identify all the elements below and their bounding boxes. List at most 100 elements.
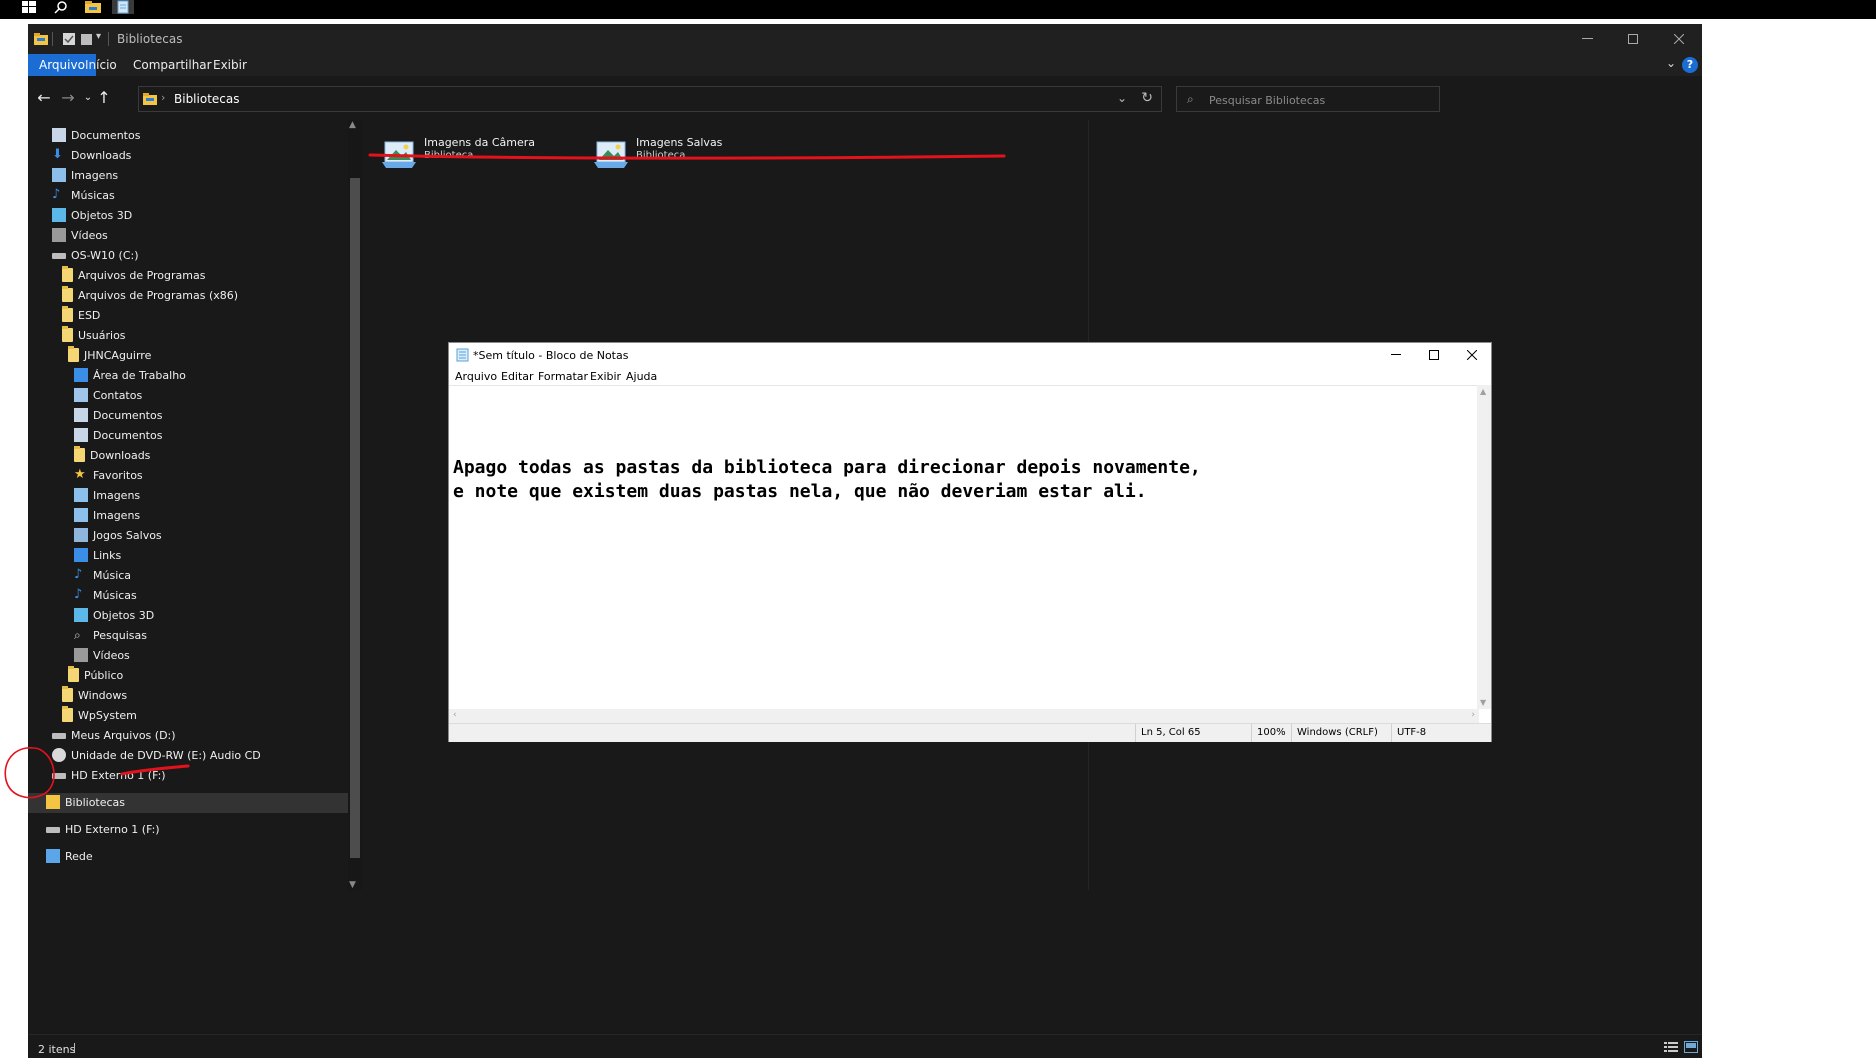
large-icons-view-icon[interactable]	[1684, 1041, 1698, 1053]
search-input[interactable]	[1207, 90, 1431, 110]
notepad-text-area[interactable]: Apago todas as pastas da biblioteca para…	[449, 385, 1479, 710]
file-explorer-taskbar-icon[interactable]	[82, 0, 104, 14]
nav-item[interactable]: Imagens	[28, 486, 348, 506]
notepad-title-bar[interactable]: *Sem título - Bloco de Notas	[449, 343, 1491, 367]
notepad-minimize-button[interactable]	[1377, 343, 1415, 367]
nav-item[interactable]: Arquivos de Programas (x86)	[28, 286, 348, 306]
notepad-title: *Sem título - Bloco de Notas	[473, 349, 629, 362]
nav-item[interactable]: ♪ Músicas	[28, 186, 348, 206]
expand-ribbon-chevron-icon[interactable]: ⌄	[1666, 56, 1676, 70]
pictures-icon	[52, 168, 66, 182]
nav-item[interactable]: Vídeos	[28, 646, 348, 666]
nav-item[interactable]: Vídeos	[28, 226, 348, 246]
notepad-taskbar-icon[interactable]	[112, 0, 134, 14]
nav-item[interactable]: Rede	[28, 847, 348, 867]
nav-item[interactable]: ⌕ Pesquisas	[28, 626, 348, 646]
nav-item-label: Imagens	[71, 169, 119, 182]
nav-item[interactable]: Downloads	[28, 446, 348, 466]
back-button[interactable]: ←	[34, 88, 54, 108]
nav-item[interactable]: Contatos	[28, 386, 348, 406]
scroll-left-icon[interactable]: ‹	[453, 710, 457, 720]
nav-scrollbar[interactable]: ▲ ▼	[348, 120, 362, 890]
desktop-icon	[74, 368, 88, 382]
notepad-close-button[interactable]	[1453, 343, 1491, 367]
nav-item-label: Músicas	[93, 589, 137, 602]
drive-icon	[46, 827, 60, 833]
scroll-right-icon[interactable]: ›	[1471, 710, 1475, 720]
scroll-up-icon[interactable]: ▲	[349, 120, 356, 130]
nav-item[interactable]: Usuários	[28, 326, 348, 346]
search-icon: ⌕	[74, 628, 81, 642]
folder-icon	[74, 446, 85, 462]
explorer-title-bar[interactable]: ▾ Bibliotecas	[28, 24, 1702, 54]
nav-item[interactable]: Documentos	[28, 426, 348, 446]
nav-item-label: Área de Trabalho	[93, 369, 186, 382]
ribbon-tabs: Arquivo Início Compartilhar Exibir ⌄ ?	[28, 54, 1702, 76]
notepad-vertical-scrollbar[interactable]: ▲ ▼	[1477, 385, 1491, 709]
notepad-text[interactable]: Apago todas as pastas da biblioteca para…	[453, 456, 1201, 504]
nav-item[interactable]: Imagens	[28, 506, 348, 526]
nav-item-label: Imagens	[93, 509, 141, 522]
refresh-icon[interactable]: ↻	[1141, 90, 1153, 106]
notepad-horizontal-scrollbar[interactable]: ‹ ›	[449, 709, 1479, 723]
nav-item-label: Downloads	[71, 149, 132, 162]
nav-item[interactable]: Objetos 3D	[28, 606, 348, 626]
menu-exibir[interactable]: Exibir	[590, 370, 621, 383]
close-button[interactable]	[1656, 24, 1702, 54]
nav-item[interactable]: JHNCAguirre	[28, 346, 348, 366]
folder-icon	[62, 306, 73, 322]
nav-item[interactable]: ★ Favoritos	[28, 466, 348, 486]
scroll-down-icon[interactable]: ▼	[1480, 698, 1486, 707]
nav-item[interactable]: Arquivos de Programas	[28, 266, 348, 286]
nav-item[interactable]: Objetos 3D	[28, 206, 348, 226]
nav-item[interactable]: Área de Trabalho	[28, 366, 348, 386]
nav-item[interactable]: ESD	[28, 306, 348, 326]
tab-exibir[interactable]: Exibir	[202, 54, 258, 76]
scroll-thumb[interactable]	[350, 178, 360, 858]
nav-item[interactable]: HD Externo 1 (F:)	[28, 820, 348, 840]
music-icon: ♪	[52, 187, 61, 202]
menu-ajuda[interactable]: Ajuda	[626, 370, 657, 383]
notepad-maximize-button[interactable]	[1415, 343, 1453, 367]
folder-icon	[62, 706, 73, 722]
nav-item[interactable]: ♪ Músicas	[28, 586, 348, 606]
tab-inicio[interactable]: Início	[74, 54, 128, 76]
nav-item[interactable]: Links	[28, 546, 348, 566]
maximize-button[interactable]	[1610, 24, 1656, 54]
search-box[interactable]: ⌕	[1176, 86, 1440, 112]
nav-item[interactable]: Windows	[28, 686, 348, 706]
nav-item[interactable]: WpSystem	[28, 706, 348, 726]
scroll-up-icon[interactable]: ▲	[1480, 387, 1486, 396]
nav-item[interactable]: Documentos	[28, 126, 348, 146]
nav-item[interactable]: OS-W10 (C:)	[28, 246, 348, 266]
red-underline-annotation	[368, 153, 1006, 160]
menu-editar[interactable]: Editar	[501, 370, 534, 383]
address-bar[interactable]: › Bibliotecas ⌄ ↻	[138, 86, 1162, 112]
nav-item[interactable]: Imagens	[28, 166, 348, 186]
breadcrumb-bibliotecas[interactable]: Bibliotecas	[174, 92, 239, 106]
nav-item[interactable]: ⬇ Downloads	[28, 146, 348, 166]
nav-item[interactable]: Documentos	[28, 406, 348, 426]
folder-icon	[68, 666, 79, 682]
windows-start-icon[interactable]	[18, 0, 40, 14]
details-view-icon[interactable]	[1664, 1041, 1678, 1053]
nav-item[interactable]: Público	[28, 666, 348, 686]
minimize-button[interactable]	[1564, 24, 1610, 54]
new-folder-icon[interactable]	[80, 32, 94, 46]
nav-item[interactable]: ♪ Música	[28, 566, 348, 586]
menu-formatar[interactable]: Formatar	[538, 370, 588, 383]
explorer-app-icon	[34, 32, 48, 46]
libraries-small-icon	[143, 92, 157, 109]
search-icon[interactable]	[50, 0, 72, 14]
folder-icon	[68, 346, 79, 362]
help-icon[interactable]: ?	[1682, 57, 1698, 73]
scroll-down-icon[interactable]: ▼	[349, 880, 356, 890]
up-button[interactable]: ↑	[94, 88, 114, 108]
nav-item[interactable]: Jogos Salvos	[28, 526, 348, 546]
properties-icon[interactable]	[62, 32, 76, 46]
nav-item-label: Contatos	[93, 389, 143, 402]
menu-arquivo[interactable]: Arquivo	[455, 370, 497, 383]
search-icon: ⌕	[1187, 92, 1194, 106]
address-dropdown-icon[interactable]: ⌄	[1117, 91, 1127, 105]
forward-button[interactable]: →	[58, 88, 78, 108]
